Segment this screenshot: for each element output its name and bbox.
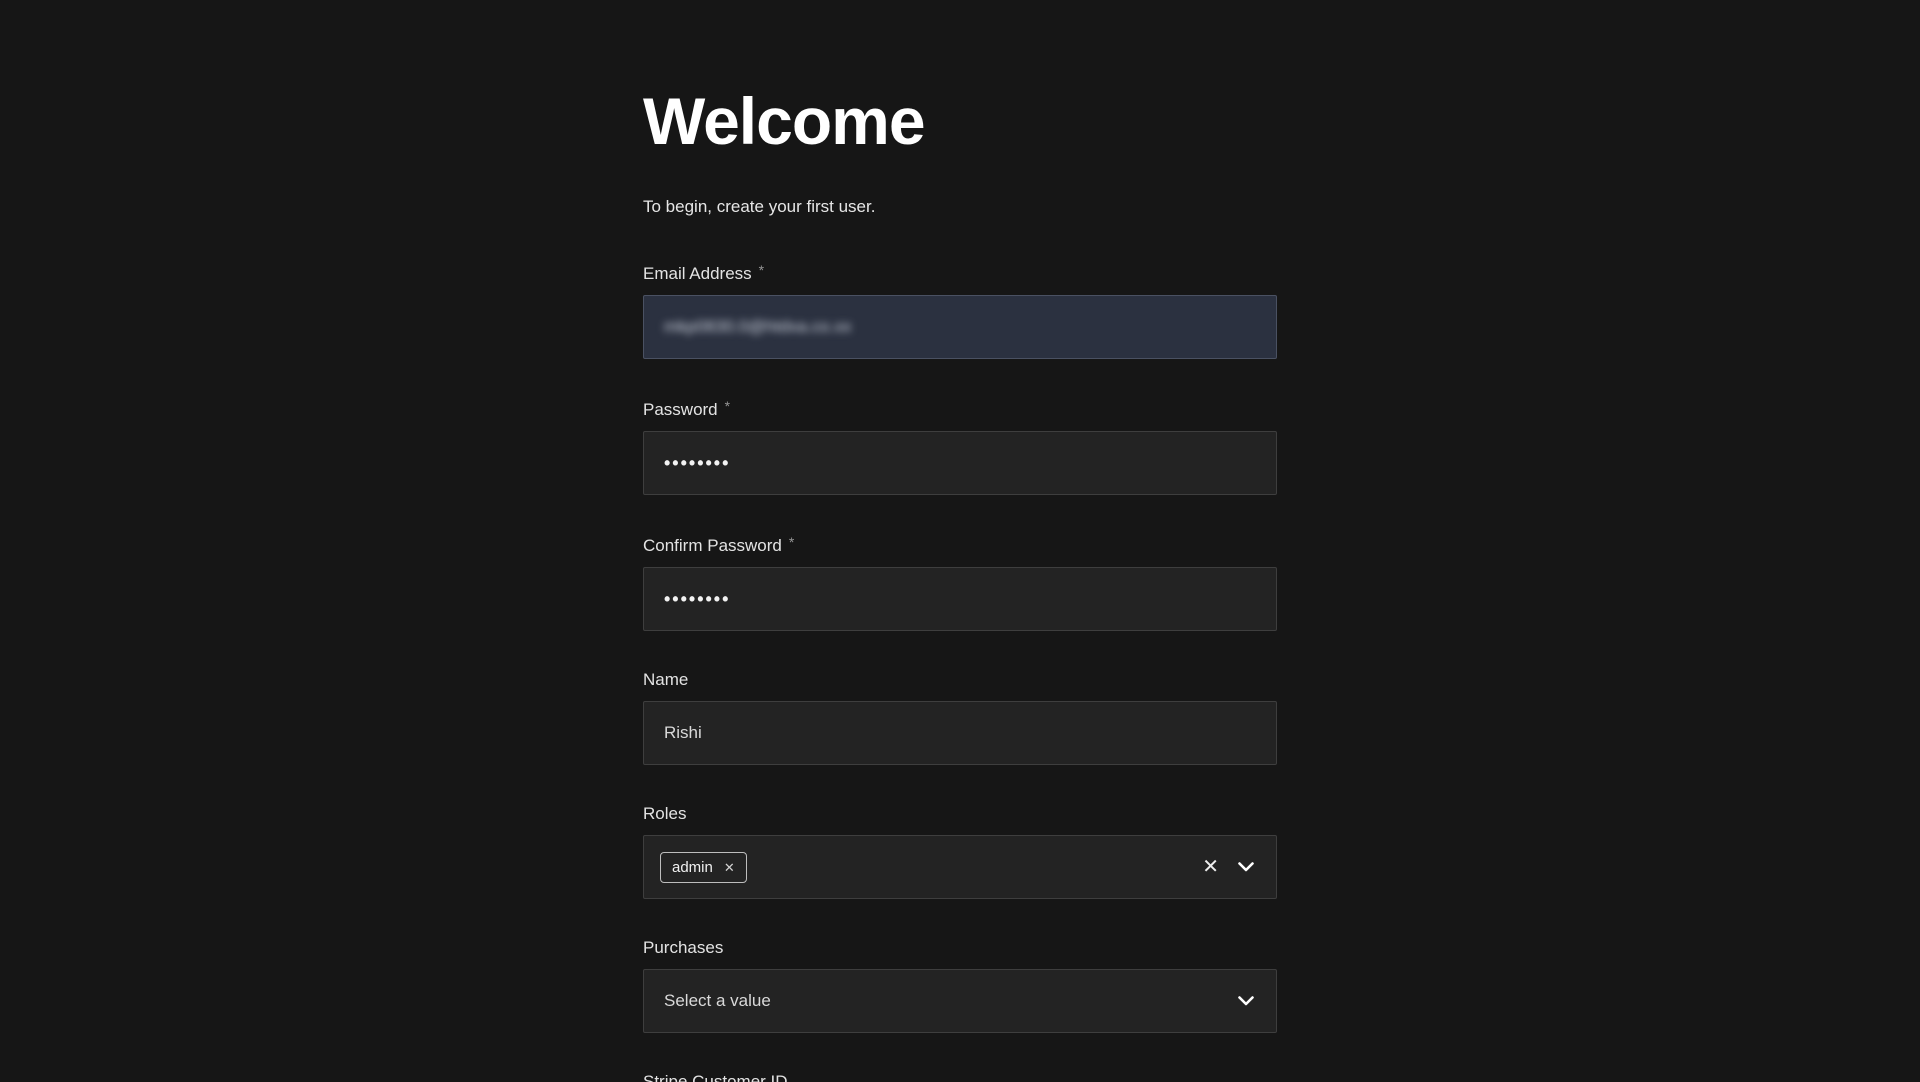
purchases-select[interactable]: Select a value [643, 969, 1277, 1033]
required-asterisk: * [789, 534, 794, 550]
roles-select-controls: ✕ [1202, 857, 1254, 877]
email-value-blurred: mkp0830.0@htdxa.co.xx [664, 317, 851, 337]
chevron-down-icon[interactable] [1238, 996, 1254, 1006]
password-label: Password* [643, 399, 1277, 418]
email-label: Email Address* [643, 263, 1277, 282]
name-value: Rishi [664, 723, 702, 743]
password-input[interactable]: •••••••• [643, 431, 1277, 495]
roles-select[interactable]: admin ✕ ✕ [643, 835, 1277, 899]
email-field-group: Email Address* mkp0830.0@htdxa.co.xx [643, 263, 1277, 359]
required-asterisk: * [759, 262, 764, 278]
confirm-password-field-group: Confirm Password* •••••••• [643, 535, 1277, 631]
chevron-down-icon[interactable] [1238, 862, 1254, 872]
confirm-password-input[interactable]: •••••••• [643, 567, 1277, 631]
password-masked-value: •••••••• [664, 453, 730, 474]
email-input[interactable]: mkp0830.0@htdxa.co.xx [643, 295, 1277, 359]
password-field-group: Password* •••••••• [643, 399, 1277, 495]
chip-remove-icon[interactable]: ✕ [724, 861, 735, 874]
purchases-field-group: Purchases Select a value [643, 939, 1277, 1033]
create-first-user-page: Welcome To begin, create your first user… [643, 0, 1277, 1082]
confirm-password-label: Confirm Password* [643, 535, 1277, 554]
stripe-customer-id-field-group: Stripe Customer ID [643, 1073, 1277, 1082]
confirm-password-masked-value: •••••••• [664, 589, 730, 610]
clear-icon[interactable]: ✕ [1202, 857, 1219, 877]
page-subtitle: To begin, create your first user. [643, 198, 1277, 215]
required-asterisk: * [725, 398, 730, 414]
name-field-group: Name Rishi [643, 671, 1277, 765]
roles-chip-admin[interactable]: admin ✕ [660, 852, 747, 883]
purchases-label: Purchases [643, 939, 1277, 956]
purchases-select-controls [1238, 996, 1254, 1006]
roles-field-group: Roles admin ✕ ✕ [643, 805, 1277, 899]
page-title: Welcome [643, 88, 1277, 154]
purchases-placeholder: Select a value [664, 991, 771, 1011]
name-label: Name [643, 671, 1277, 688]
roles-chip-label: admin [672, 859, 713, 876]
name-input[interactable]: Rishi [643, 701, 1277, 765]
roles-label: Roles [643, 805, 1277, 822]
stripe-customer-id-label: Stripe Customer ID [643, 1073, 1277, 1082]
